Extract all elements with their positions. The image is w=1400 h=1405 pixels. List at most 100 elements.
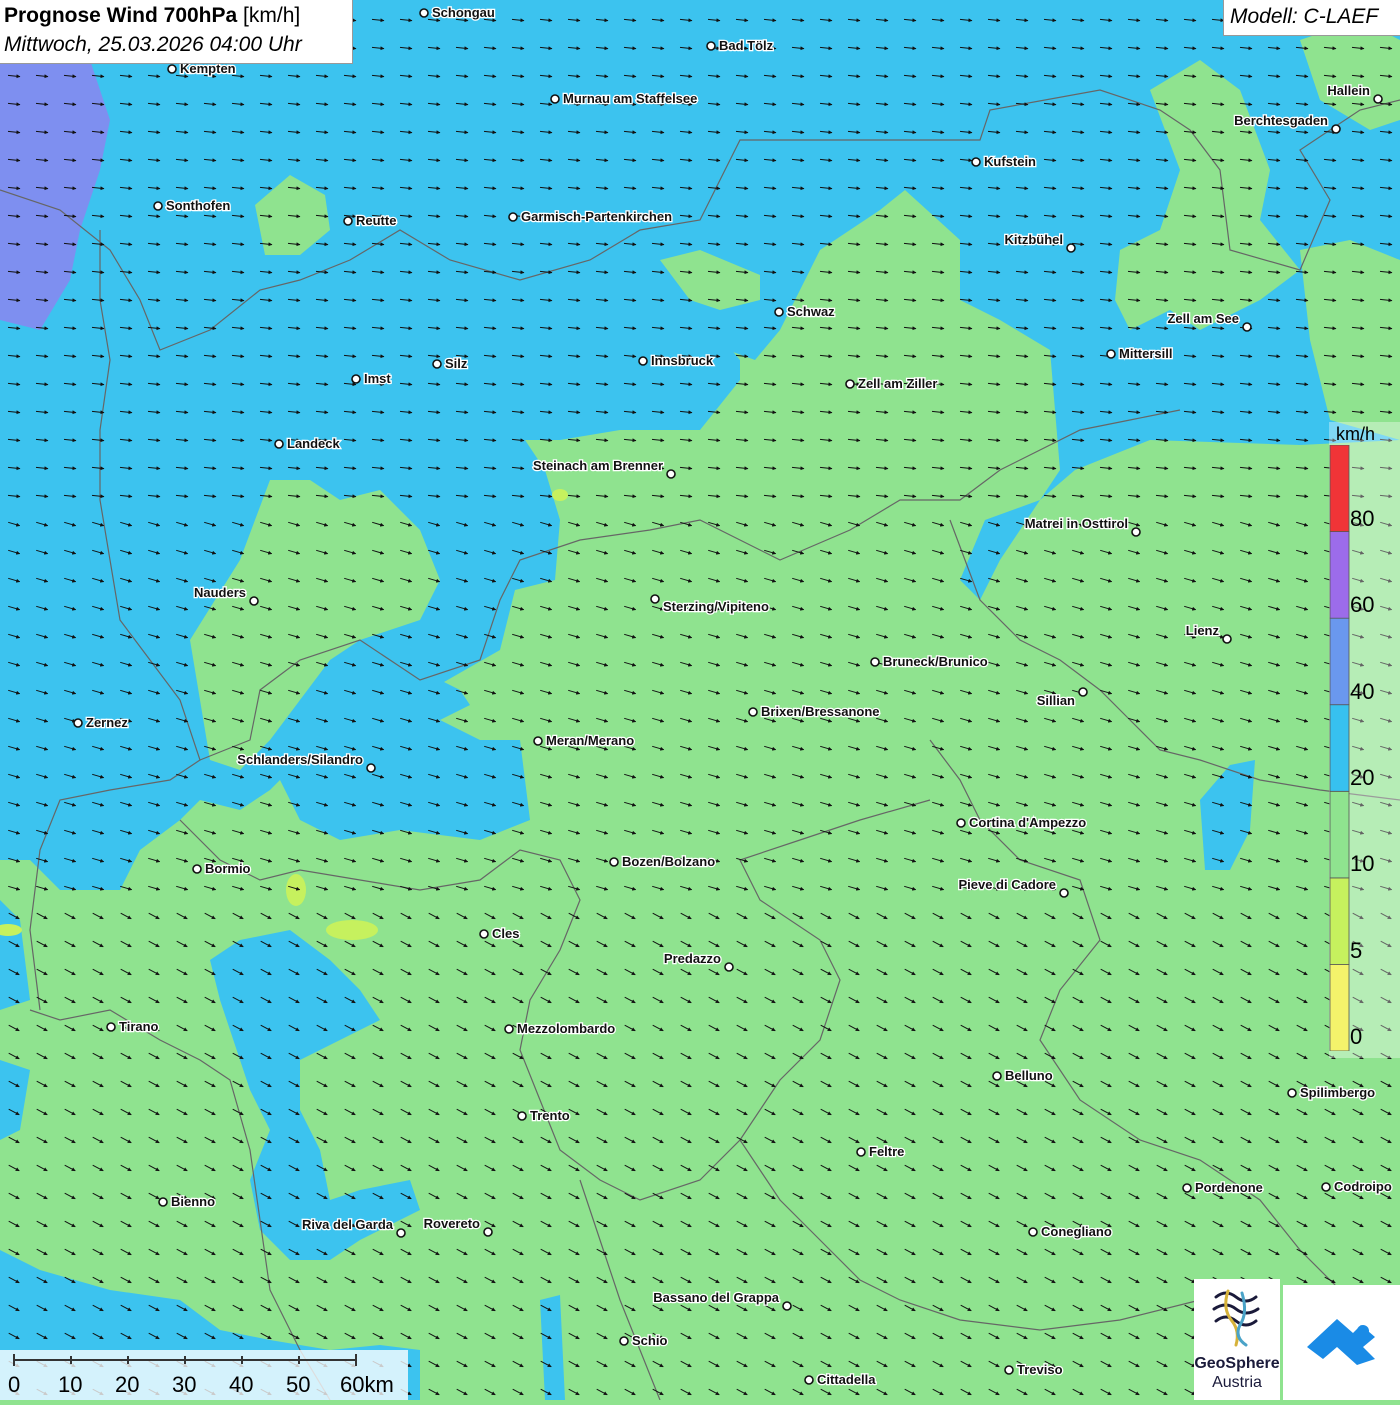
city-marker-icon bbox=[517, 1111, 527, 1121]
legend-colorbar bbox=[1329, 445, 1350, 1051]
city-marker-icon bbox=[504, 1024, 514, 1034]
forecast-title-main: Prognose Wind 700hPa bbox=[4, 4, 238, 27]
geosphere-logo: GeoSphere Austria bbox=[1194, 1279, 1280, 1400]
legend-tick-label: 20 bbox=[1350, 765, 1375, 790]
scale-bar-label: 0 bbox=[8, 1372, 21, 1397]
city-marker-icon bbox=[1242, 322, 1252, 332]
city-label: Sonthofen bbox=[166, 198, 230, 213]
geosphere-emblem-icon bbox=[1212, 1289, 1260, 1347]
city-label: Mezzolombardo bbox=[517, 1021, 615, 1036]
city-label: Bormio bbox=[205, 861, 251, 876]
city-marker-icon bbox=[1004, 1365, 1014, 1375]
city-label: Cortina d'Ampezzo bbox=[969, 815, 1086, 830]
city-label: Spilimbergo bbox=[1300, 1085, 1375, 1100]
city-marker-icon bbox=[432, 359, 442, 369]
weather-app-logo bbox=[1283, 1285, 1400, 1400]
city-label: Schlanders/Silandro bbox=[237, 752, 363, 767]
model-label: Modell: C-LAEF bbox=[1230, 5, 1379, 28]
city-label: Rovereto bbox=[424, 1216, 480, 1231]
city-marker-icon bbox=[650, 594, 660, 604]
city-marker-icon bbox=[1106, 349, 1116, 359]
city-marker-icon bbox=[351, 374, 361, 384]
title-box: Prognose Wind 700hPa [km/h] Mittwoch, 25… bbox=[0, 0, 353, 64]
scale-bar-label: 30 bbox=[172, 1372, 197, 1397]
city-marker-icon bbox=[782, 1301, 792, 1311]
city-marker-icon bbox=[748, 707, 758, 717]
geosphere-logo-line1: GeoSphere bbox=[1194, 1355, 1280, 1372]
city-marker-icon bbox=[73, 718, 83, 728]
city-marker-icon bbox=[1331, 124, 1341, 134]
city-marker-icon bbox=[774, 307, 784, 317]
city-label: Predazzo bbox=[664, 951, 721, 966]
scale-bar-label: 20 bbox=[115, 1372, 140, 1397]
city-label: Belluno bbox=[1005, 1068, 1053, 1083]
city-marker-icon bbox=[724, 962, 734, 972]
city-label: Schwaz bbox=[787, 304, 835, 319]
city-marker-icon bbox=[167, 64, 177, 74]
city-marker-icon bbox=[1059, 888, 1069, 898]
city-marker-icon bbox=[971, 157, 981, 167]
city-marker-icon bbox=[508, 212, 518, 222]
city-marker-icon bbox=[1131, 527, 1141, 537]
scale-bar-label: 40 bbox=[229, 1372, 254, 1397]
model-box: Modell: C-LAEF bbox=[1223, 0, 1400, 36]
city-label: Sillian bbox=[1037, 693, 1075, 708]
city-label: Zernez bbox=[86, 715, 128, 730]
city-marker-icon bbox=[1222, 634, 1232, 644]
city-marker-icon bbox=[396, 1228, 406, 1238]
city-label: Pieve di Cadore bbox=[958, 877, 1056, 892]
city-marker-icon bbox=[619, 1336, 629, 1346]
city-marker-icon bbox=[483, 1227, 493, 1237]
wind-map: SchongauBad TölzKemptenMurnau am Staffel… bbox=[0, 0, 1400, 1400]
city-marker-icon bbox=[343, 216, 353, 226]
city-label: Treviso bbox=[1017, 1362, 1063, 1377]
scale-bar-label: 50 bbox=[286, 1372, 311, 1397]
city-marker-icon bbox=[992, 1071, 1002, 1081]
scale-bar-label: 10 bbox=[58, 1372, 83, 1397]
city-marker-icon bbox=[666, 469, 676, 479]
city-label: Conegliano bbox=[1041, 1224, 1112, 1239]
legend-color-step bbox=[1329, 445, 1350, 532]
forecast-datetime: Mittwoch, 25.03.2026 04:00 Uhr bbox=[4, 33, 302, 56]
city-marker-icon bbox=[856, 1147, 866, 1157]
legend-color-step bbox=[1329, 877, 1350, 965]
city-marker-icon bbox=[153, 201, 163, 211]
wind-area-yellow-3 bbox=[552, 489, 568, 501]
city-label: Reutte bbox=[356, 213, 396, 228]
wind-area-yellow-2 bbox=[326, 920, 378, 940]
city-label: Berchtesgaden bbox=[1234, 113, 1328, 128]
city-label: Tirano bbox=[119, 1019, 159, 1034]
city-marker-icon bbox=[274, 439, 284, 449]
city-label: Bad Tölz bbox=[719, 38, 774, 53]
city-marker-icon bbox=[550, 94, 560, 104]
legend-color-step bbox=[1329, 617, 1350, 706]
city-marker-icon bbox=[479, 929, 489, 939]
legend-tick-label: 0 bbox=[1350, 1024, 1363, 1049]
city-label: Cittadella bbox=[817, 1372, 876, 1387]
city-label: Lienz bbox=[1186, 623, 1220, 638]
city-label: Imst bbox=[364, 371, 391, 386]
city-label: Cles bbox=[492, 926, 519, 941]
city-marker-icon bbox=[106, 1022, 116, 1032]
city-label: Riva del Garda bbox=[302, 1217, 394, 1232]
city-label: Zell am Ziller bbox=[858, 376, 937, 391]
legend-unit: km/h bbox=[1336, 424, 1376, 444]
city-label: Hallein bbox=[1327, 83, 1370, 98]
city-marker-icon bbox=[706, 41, 716, 51]
city-label: Kitzbühel bbox=[1005, 232, 1064, 247]
city-marker-icon bbox=[1028, 1227, 1038, 1237]
city-marker-icon bbox=[366, 763, 376, 773]
city-label: Brixen/Bressanone bbox=[761, 704, 880, 719]
legend-tick-label: 60 bbox=[1350, 592, 1375, 617]
city-marker-icon bbox=[1078, 687, 1088, 697]
city-marker-icon bbox=[192, 864, 202, 874]
weather-app-icon bbox=[1307, 1319, 1375, 1365]
city-marker-icon bbox=[956, 818, 966, 828]
city-marker-icon bbox=[1182, 1183, 1192, 1193]
city-label: Feltre bbox=[869, 1144, 904, 1159]
legend-color-step bbox=[1329, 790, 1350, 879]
legend-color-step bbox=[1329, 964, 1350, 1051]
city-label: Steinach am Brenner bbox=[533, 458, 663, 473]
legend-tick-label: 10 bbox=[1350, 851, 1375, 876]
city-label: Matrei in Osttirol bbox=[1025, 516, 1128, 531]
